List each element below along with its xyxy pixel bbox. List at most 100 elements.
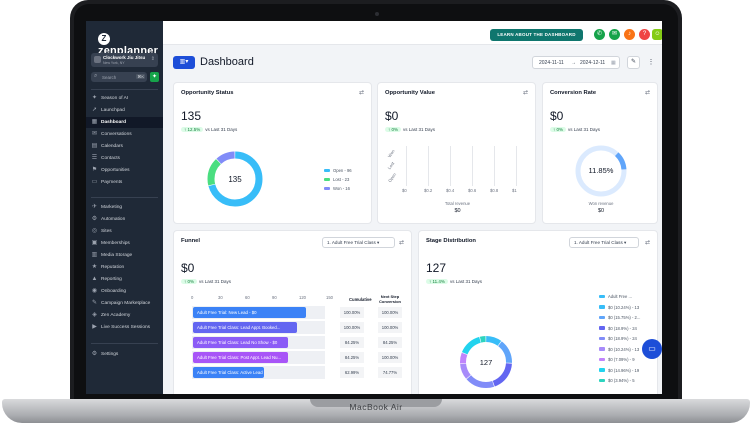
memberships-icon: ▣ [91,240,98,246]
y-tick-label: Open [387,171,398,184]
sidebar-item-contacts[interactable]: ☰ Contacts [86,153,163,164]
sites-icon: ◎ [91,228,98,234]
dashboard-switcher[interactable]: ▥▾ [173,56,195,69]
funnel-value: $0 [181,261,195,275]
learn-dashboard-button[interactable]: LEARN ABOUT THE DASHBOARD [490,29,583,41]
quick-action-icon[interactable]: ✦ [150,72,159,82]
sidebar-item-label: Calendars [101,144,123,149]
legend-item: $0 (15.75%) - 2... [599,315,640,320]
funnel-bar[interactable]: Adult Free Trial Class: Active Lead - $0 [193,367,265,378]
card-title: Opportunity Value [385,90,435,96]
legend-item: $0 (18.9%) - 24 [599,326,637,331]
more-options-icon[interactable]: ⋮ [647,56,655,69]
funnel-pipeline-dropdown[interactable]: 1. Adult Free Trial Class ▾ [322,237,395,248]
conversion-rate-card: Conversion Rate ⇄ $0 ↑ 0% vs Last 31 Days… [542,82,658,224]
legend-item: Lost - 23 [324,177,349,182]
stage-delta: ↑ 11.4% vs Last 31 Days [426,279,482,284]
sidebar: Zzenplanner Clockwork Jiu Jitsu New York… [86,21,163,394]
date-start: 2024-11-11 [539,60,564,66]
sidebar-item-launchpad[interactable]: ➚ Launchpad [86,105,163,116]
reputation-icon: ★ [91,264,98,270]
grid-line [428,146,429,186]
account-switcher[interactable]: Clockwork Jiu Jitsu New York, NY ⇕ [91,53,158,67]
sidebar-item-season-of-ai[interactable]: ✦ Season of AI [86,93,163,104]
sidebar-item-payments[interactable]: ▭ Payments [86,177,163,188]
date-range-picker[interactable]: 2024-11-11 → 2024-12-11 ▦ [532,56,620,69]
legend-label: $0 (3.94%) - 5 [608,378,635,383]
chat-widget-button[interactable]: ▭ [642,339,662,359]
total-revenue-value: $0 [454,208,461,214]
filter-icon[interactable]: ⇄ [523,89,528,96]
sidebar-item-label: Reputation [101,265,125,270]
sidebar-divider [91,197,158,198]
sidebar-item-onboarding[interactable]: ◉ Onboarding [86,286,163,297]
filter-icon[interactable]: ⇄ [645,239,650,246]
sidebar-item-reputation[interactable]: ★ Reputation [86,262,163,273]
legend-swatch [599,378,605,382]
legend-item: $0 (10.24%) - 13 [599,347,639,352]
legend-item: $0 (7.09%) - 9 [599,357,635,362]
filter-icon[interactable]: ⇄ [359,89,364,96]
opportunity-delta: ↑ 12.5% vs Last 31 Days [181,127,237,132]
legend-item: $0 (18.9%) - 24 [599,336,637,341]
funnel-bar[interactable]: Adult Free Trial: New Lead - $0 [193,307,306,318]
sidebar-item-automation[interactable]: ⚙ Automation [86,214,163,225]
x-tick-label: $0.6 [468,188,477,193]
user-avatar-icon[interactable]: ☺ [652,29,662,40]
sidebar-item-zen-academy[interactable]: ◈ Zen Academy [86,310,163,321]
help-icon[interactable]: ? [639,29,650,40]
legend-swatch [599,305,605,309]
sidebar-item-label: Live Success Sessions [101,325,151,330]
sidebar-item-campaign-marketplace[interactable]: ✎ Campaign Marketplace [86,298,163,309]
sidebar-item-marketing[interactable]: ✈ Marketing [86,202,163,213]
legend-swatch [599,357,605,361]
sidebar-item-sites[interactable]: ◎ Sites [86,226,163,237]
search-input[interactable]: ⌕ Search ⌘K [91,72,147,82]
funnel-bar-label: Adult Free Trial Class: Active Lead - $0 [197,370,265,375]
filter-icon[interactable]: ⇄ [399,239,404,246]
funnel-bar[interactable]: Adult Free Trial Class: Lead No Show - $… [193,337,288,348]
sidebar-item-live-success-sessions[interactable]: ▶ Live Success Sessions [86,322,163,333]
sidebar-item-label: Marketing [101,205,123,210]
sidebar-item-reporting[interactable]: ▲ Reporting [86,274,163,285]
sidebar-item-conversations[interactable]: ✉ Conversations [86,129,163,140]
sidebar-item-label: Campaign Marketplace [101,301,151,306]
sidebar-item-memberships[interactable]: ▣ Memberships [86,238,163,249]
funnel-tick-label: 90 [272,295,277,300]
funnel-bar[interactable]: Adult Free Trial Class: Lead Appt. Booke… [193,322,297,333]
marketing-icon: ✈ [91,204,98,210]
onboarding-icon: ◉ [91,288,98,294]
rocket-icon: ➚ [91,107,98,113]
sidebar-item-label: Opportunities [101,168,130,173]
opportunity-status-card: Opportunity Status ⇄ 135 ↑ 12.5% vs Last … [173,82,372,224]
funnel-tick-label: 150 [326,295,333,300]
sidebar-divider [91,89,158,90]
y-tick-label: Won [386,148,396,159]
funnel-tick-label: 0 [191,295,194,300]
megaphone-icon[interactable]: ✉ [609,29,620,40]
legend-item: Adult Free ... [599,294,632,299]
edit-button[interactable]: ✎ [627,56,640,69]
x-tick-label: $0.2 [424,188,433,193]
sidebar-item-media-storage[interactable]: ▥ Media Storage [86,250,163,261]
legend-swatch [599,326,605,330]
stage-pipeline-dropdown[interactable]: 1. Adult Free Trial Class ▾ [569,237,639,248]
sidebar-item-dashboard[interactable]: ▦ Dashboard [86,117,163,128]
x-tick-label: $0.8 [490,188,499,193]
account-name: Clockwork Jiu Jitsu [103,55,146,60]
bell-icon[interactable]: ♪ [624,29,635,40]
funnel-bar[interactable]: Adult Free Trial Class: Post Appt. Lead … [193,352,288,363]
legend-label: Won - 16 [333,186,350,191]
sidebar-item-opportunities[interactable]: ⚑ Opportunities [86,165,163,176]
main-content: LEARN ABOUT THE DASHBOARD ✆ ✉ ♪ ? ☺ ▥▾ D… [163,21,662,394]
funnel-delta: ↑ 0% vs Last 31 Days [181,279,231,284]
phone-icon[interactable]: ✆ [594,29,605,40]
next-step-cell: 100.00% [378,307,402,318]
sidebar-item-calendars[interactable]: ▤ Calendars [86,141,163,152]
filter-icon[interactable]: ⇄ [645,89,650,96]
search-shortcut: ⌘K [136,74,145,79]
total-revenue-label: Total revenue [444,201,471,206]
grid-line [406,146,407,186]
sidebar-item-settings[interactable]: ⚙ Settings [86,349,163,360]
sidebar-item-label: Media Storage [101,253,133,258]
